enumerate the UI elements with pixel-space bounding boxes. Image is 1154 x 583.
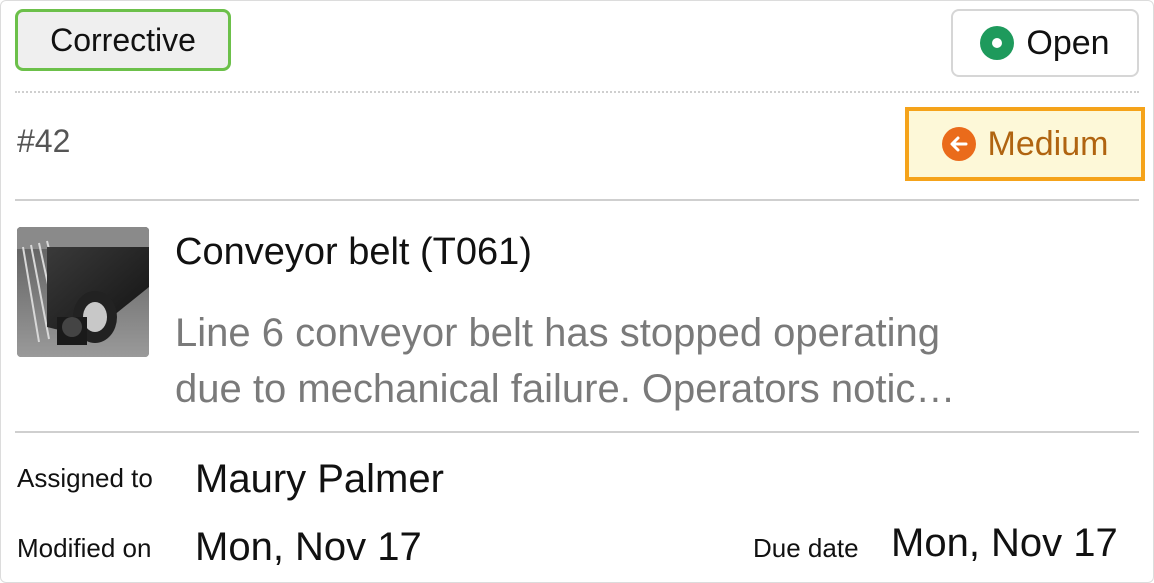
divider <box>15 431 1139 433</box>
assigned-to-label: Assigned to <box>17 463 153 493</box>
status-badge[interactable]: Open <box>951 9 1139 77</box>
due-date-label: Due date <box>753 533 859 563</box>
work-order-id: #42 <box>17 123 71 159</box>
modified-on-label: Modified on <box>17 533 152 563</box>
work-order-card[interactable]: Corrective Open #42 Medium Conveyor belt… <box>0 0 1154 583</box>
description-line: due to mechanical failure. Operators not… <box>175 367 956 411</box>
type-badge[interactable]: Corrective <box>15 9 231 71</box>
divider <box>15 91 1139 93</box>
asset-thumbnail <box>17 227 149 357</box>
status-dot-icon <box>980 26 1015 60</box>
asset-title: Conveyor belt (T061) <box>175 231 532 273</box>
description-line: Line 6 conveyor belt has stopped operati… <box>175 311 940 355</box>
divider <box>15 199 1139 201</box>
status-label: Open <box>1026 23 1110 62</box>
due-date: Mon, Nov 17 <box>891 521 1118 565</box>
priority-label: Medium <box>987 124 1109 163</box>
assignee-name: Maury Palmer <box>195 457 444 501</box>
modified-date: Mon, Nov 17 <box>195 525 422 569</box>
priority-badge[interactable]: Medium <box>905 107 1145 181</box>
arrow-left-circle-icon <box>941 127 976 161</box>
type-badge-label: Corrective <box>50 21 196 58</box>
description: Line 6 conveyor belt has stopped operati… <box>175 305 1125 417</box>
